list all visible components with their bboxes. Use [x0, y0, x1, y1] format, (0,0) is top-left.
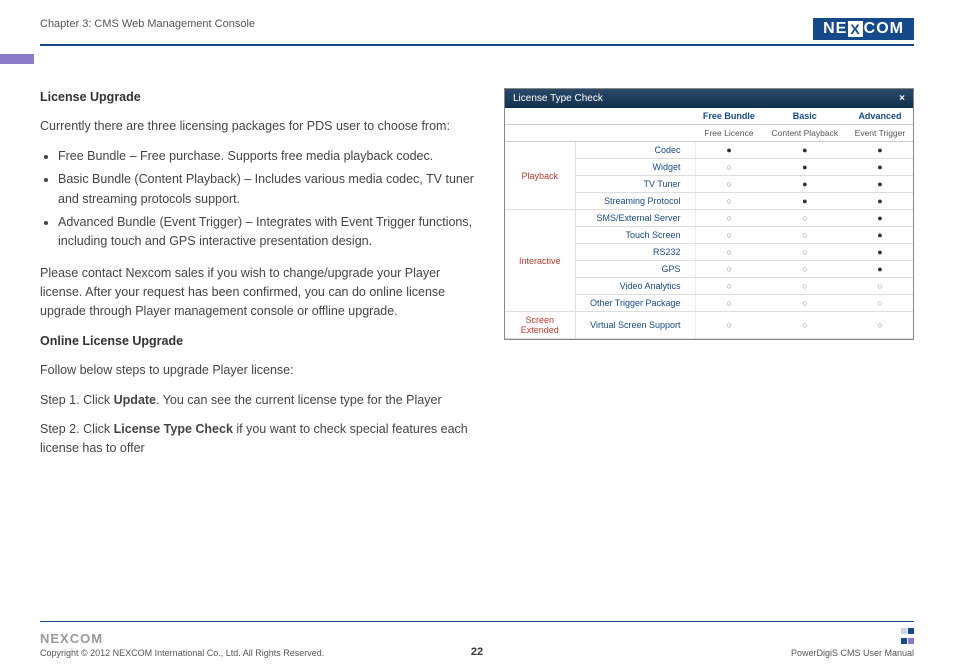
page-number: 22 [471, 646, 483, 658]
step1-bold: Update [114, 393, 156, 407]
value-cell: ○ [695, 278, 763, 295]
col-head-basic: Basic [763, 108, 847, 125]
category-cell: Playback [505, 142, 575, 210]
col-head-advanced: Advanced [847, 108, 913, 125]
feature-cell: RS232 [575, 244, 695, 261]
logo: NEXCOM [813, 18, 914, 40]
value-cell: ○ [695, 244, 763, 261]
value-cell: ○ [763, 227, 847, 244]
value-cell: ○ [763, 295, 847, 312]
footer-right: PowerDigiS CMS User Manual [791, 626, 914, 658]
step1-suffix: . You can see the current license type f… [156, 393, 442, 407]
license-type-check-panel: License Type Check × Free Bundle Basic A… [504, 88, 914, 340]
value-cell: ○ [847, 278, 913, 295]
table-row: PlaybackCodec●●● [505, 142, 913, 159]
value-cell: ● [847, 210, 913, 227]
value-cell: ○ [763, 210, 847, 227]
footer: NEXCOM Copyright © 2012 NEXCOM Internati… [40, 621, 914, 658]
follow-paragraph: Follow below steps to upgrade Player lic… [40, 361, 480, 380]
value-cell: ○ [763, 261, 847, 278]
category-cell: Interactive [505, 210, 575, 312]
logo-text-post: COM [864, 20, 904, 38]
heading-online-upgrade: Online License Upgrade [40, 332, 480, 351]
value-cell: ○ [763, 312, 847, 339]
close-icon[interactable]: × [899, 93, 905, 104]
accent-tab [0, 54, 34, 64]
value-cell: ○ [695, 176, 763, 193]
table-row: InteractiveSMS/External Server○○● [505, 210, 913, 227]
panel-title: License Type Check [513, 93, 603, 104]
col-head-free: Free Bundle [695, 108, 763, 125]
content-row: License Upgrade Currently there are thre… [40, 88, 914, 469]
value-cell: ○ [695, 159, 763, 176]
col-sub-free: Free Licence [695, 125, 763, 142]
heading-license-upgrade: License Upgrade [40, 88, 480, 107]
value-cell: ● [847, 159, 913, 176]
feature-cell: Touch Screen [575, 227, 695, 244]
chapter-title: Chapter 3: CMS Web Management Console [40, 18, 255, 30]
license-table: Free Bundle Basic Advanced Free Licence … [505, 108, 913, 339]
feature-cell: Codec [575, 142, 695, 159]
feature-cell: GPS [575, 261, 695, 278]
step2-bold: License Type Check [114, 422, 233, 436]
value-cell: ○ [763, 278, 847, 295]
bundle-list: Free Bundle – Free purchase. Supports fr… [58, 147, 480, 252]
value-cell: ● [847, 244, 913, 261]
value-cell: ○ [695, 295, 763, 312]
step1-paragraph: Step 1. Click Update. You can see the cu… [40, 391, 480, 410]
feature-cell: Other Trigger Package [575, 295, 695, 312]
table-row: Screen ExtendedVirtual Screen Support○○○ [505, 312, 913, 339]
feature-cell: Virtual Screen Support [575, 312, 695, 339]
value-cell: ● [763, 176, 847, 193]
col-sub-advanced: Event Trigger [847, 125, 913, 142]
logo-text-pre: NE [823, 20, 847, 38]
decoration-squares [900, 626, 914, 646]
list-item: Free Bundle – Free purchase. Supports fr… [58, 147, 480, 166]
value-cell: ○ [847, 312, 913, 339]
value-cell: ○ [695, 261, 763, 278]
page: Chapter 3: CMS Web Management Console NE… [0, 0, 954, 469]
header: Chapter 3: CMS Web Management Console NE… [40, 18, 914, 46]
text-column: License Upgrade Currently there are thre… [40, 88, 480, 469]
step1-prefix: Step 1. Click [40, 393, 114, 407]
value-cell: ● [763, 159, 847, 176]
logo-text-x: X [848, 21, 862, 37]
value-cell: ○ [695, 193, 763, 210]
value-cell: ○ [695, 210, 763, 227]
list-item: Basic Bundle (Content Playback) – Includ… [58, 170, 480, 209]
manual-name: PowerDigiS CMS User Manual [791, 648, 914, 658]
value-cell: ● [847, 142, 913, 159]
footer-left: NEXCOM Copyright © 2012 NEXCOM Internati… [40, 631, 324, 658]
feature-cell: Video Analytics [575, 278, 695, 295]
intro-paragraph: Currently there are three licensing pack… [40, 117, 480, 136]
panel-column: License Type Check × Free Bundle Basic A… [504, 88, 914, 340]
feature-cell: TV Tuner [575, 176, 695, 193]
feature-cell: Widget [575, 159, 695, 176]
value-cell: ● [763, 193, 847, 210]
panel-header: License Type Check × [505, 89, 913, 108]
value-cell: ● [695, 142, 763, 159]
value-cell: ○ [695, 227, 763, 244]
value-cell: ● [763, 142, 847, 159]
copyright: Copyright © 2012 NEXCOM International Co… [40, 648, 324, 658]
feature-cell: Streaming Protocol [575, 193, 695, 210]
value-cell: ● [847, 261, 913, 278]
value-cell: ○ [847, 295, 913, 312]
step2-paragraph: Step 2. Click License Type Check if you … [40, 420, 480, 459]
value-cell: ● [847, 193, 913, 210]
feature-cell: SMS/External Server [575, 210, 695, 227]
list-item: Advanced Bundle (Event Trigger) – Integr… [58, 213, 480, 252]
col-sub-basic: Content Playback [763, 125, 847, 142]
contact-paragraph: Please contact Nexcom sales if you wish … [40, 264, 480, 322]
value-cell: ● [847, 176, 913, 193]
category-cell: Screen Extended [505, 312, 575, 339]
value-cell: ● [847, 227, 913, 244]
footer-logo: NEXCOM [40, 631, 324, 646]
step2-prefix: Step 2. Click [40, 422, 114, 436]
value-cell: ○ [763, 244, 847, 261]
value-cell: ○ [695, 312, 763, 339]
